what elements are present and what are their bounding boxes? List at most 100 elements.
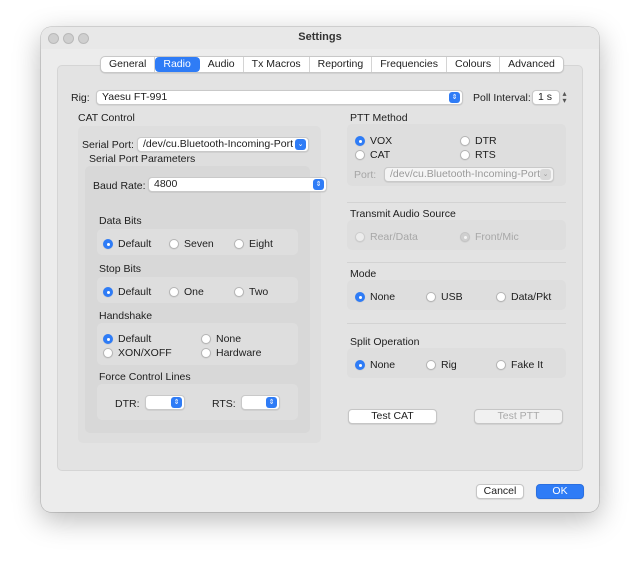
poll-interval-value: 1 s [538, 91, 553, 103]
poll-interval-stepper-icon[interactable]: ▴ ▾ [560, 90, 569, 105]
option-label: DTR [475, 135, 497, 147]
data-bits-seven-radio[interactable]: Seven [169, 238, 214, 250]
split-fake-radio[interactable]: Fake It [496, 359, 543, 371]
serial-port-params-title: Serial Port Parameters [89, 153, 196, 165]
radio-icon [103, 348, 113, 358]
option-label: None [216, 333, 242, 345]
baud-rate-select[interactable]: 4800 ⇕ [148, 177, 327, 192]
split-rig-radio[interactable]: Rig [426, 359, 457, 371]
radio-selected-icon [103, 239, 113, 249]
serial-port-select[interactable]: /dev/cu.Bluetooth-Incoming-Port ⌄ [137, 137, 309, 152]
ptt-cat-radio[interactable]: CAT [355, 149, 390, 161]
tab-colours[interactable]: Colours [447, 57, 501, 72]
radio-icon [355, 150, 365, 160]
option-label: One [184, 286, 204, 298]
ptt-port-select[interactable]: /dev/cu.Bluetooth-Incoming-Port ⌄ [384, 167, 554, 182]
ptt-dtr-radio[interactable]: DTR [460, 135, 497, 147]
option-label: None [370, 359, 396, 371]
handshake-default-radio[interactable]: Default [103, 333, 151, 345]
radio-selected-icon [103, 287, 113, 297]
option-label: Default [118, 333, 152, 345]
option-label: Default [118, 286, 152, 298]
serial-port-label: Serial Port: [82, 139, 134, 151]
tab-general[interactable]: General [101, 57, 156, 72]
separator [347, 323, 566, 324]
title-bar: Settings [41, 27, 599, 49]
data-bits-title: Data Bits [99, 215, 142, 227]
rts-label: RTS: [212, 398, 236, 410]
data-bits-eight-radio[interactable]: Eight [234, 238, 273, 250]
tab-frequencies[interactable]: Frequencies [372, 57, 447, 72]
mode-usb-radio[interactable]: USB [426, 291, 463, 303]
data-bits-default-radio[interactable]: Default [103, 238, 151, 250]
tab-radio[interactable]: Radio [155, 57, 200, 72]
radio-icon [169, 287, 179, 297]
baud-rate-label: Baud Rate: [93, 180, 146, 192]
rts-select[interactable]: ⇕ [241, 395, 280, 410]
radio-icon [234, 239, 244, 249]
cat-control-title: CAT Control [78, 112, 135, 124]
option-label: Rear/Data [370, 231, 418, 243]
rig-select[interactable]: Yaesu FT-991 ⇕ [96, 90, 463, 105]
cancel-button[interactable]: Cancel [476, 484, 524, 499]
tx-audio-front-radio[interactable]: Front/Mic [460, 231, 519, 243]
radio-selected-icon [355, 360, 365, 370]
option-label: RTS [475, 149, 496, 161]
ptt-port-value: /dev/cu.Bluetooth-Incoming-Port [390, 168, 540, 180]
updown-chevron-icon: ⇕ [449, 92, 460, 103]
radio-selected-icon [355, 292, 365, 302]
option-label: Hardware [216, 347, 262, 359]
tab-advanced[interactable]: Advanced [500, 57, 563, 72]
radio-icon [460, 136, 470, 146]
radio-icon [426, 360, 436, 370]
handshake-title: Handshake [99, 310, 153, 322]
updown-chevron-icon: ⇕ [266, 397, 277, 408]
updown-chevron-icon: ⇕ [313, 179, 324, 190]
separator [347, 262, 566, 263]
test-cat-button[interactable]: Test CAT [348, 409, 437, 424]
poll-interval-field[interactable]: 1 s [532, 90, 560, 105]
option-label: Data/Pkt [511, 291, 552, 303]
radio-icon [201, 334, 211, 344]
ptt-rts-radio[interactable]: RTS [460, 149, 496, 161]
tx-audio-title: Transmit Audio Source [350, 208, 456, 220]
poll-interval-label: Poll Interval: [473, 92, 531, 104]
tx-audio-rear-radio[interactable]: Rear/Data [355, 231, 418, 243]
handshake-hardware-radio[interactable]: Hardware [201, 347, 262, 359]
handshake-xonxoff-radio[interactable]: XON/XOFF [103, 347, 172, 359]
radio-selected-icon [460, 232, 470, 242]
baud-rate-value: 4800 [154, 178, 178, 190]
mode-data-radio[interactable]: Data/Pkt [496, 291, 551, 303]
option-label: USB [441, 291, 463, 303]
dtr-select[interactable]: ⇕ [145, 395, 185, 410]
radio-icon [496, 292, 506, 302]
ptt-vox-radio[interactable]: VOX [355, 135, 392, 147]
option-label: Front/Mic [475, 231, 519, 243]
radio-icon [201, 348, 211, 358]
stop-bits-two-radio[interactable]: Two [234, 286, 268, 298]
ok-button[interactable]: OK [536, 484, 584, 499]
tab-audio[interactable]: Audio [200, 57, 244, 72]
option-label: CAT [370, 149, 391, 161]
option-label: Rig [441, 359, 457, 371]
test-ptt-button[interactable]: Test PTT [474, 409, 563, 424]
handshake-none-radio[interactable]: None [201, 333, 241, 345]
split-none-radio[interactable]: None [355, 359, 395, 371]
option-label: Seven [184, 238, 214, 250]
ptt-method-title: PTT Method [350, 112, 408, 124]
option-label: Two [249, 286, 269, 298]
stop-bits-one-radio[interactable]: One [169, 286, 204, 298]
tab-tx-macros[interactable]: Tx Macros [244, 57, 310, 72]
updown-chevron-icon: ⇕ [171, 397, 182, 408]
option-label: XON/XOFF [118, 347, 172, 359]
settings-window: Settings General Radio Audio Tx Macros R… [41, 27, 599, 512]
mode-none-radio[interactable]: None [355, 291, 395, 303]
tab-reporting[interactable]: Reporting [310, 57, 373, 72]
radio-icon [355, 232, 365, 242]
stop-bits-default-radio[interactable]: Default [103, 286, 151, 298]
radio-icon [426, 292, 436, 302]
tab-bar: General Radio Audio Tx Macros Reporting … [100, 56, 564, 73]
dtr-label: DTR: [115, 398, 140, 410]
serial-port-value: /dev/cu.Bluetooth-Incoming-Port [143, 138, 293, 150]
radio-icon [460, 150, 470, 160]
